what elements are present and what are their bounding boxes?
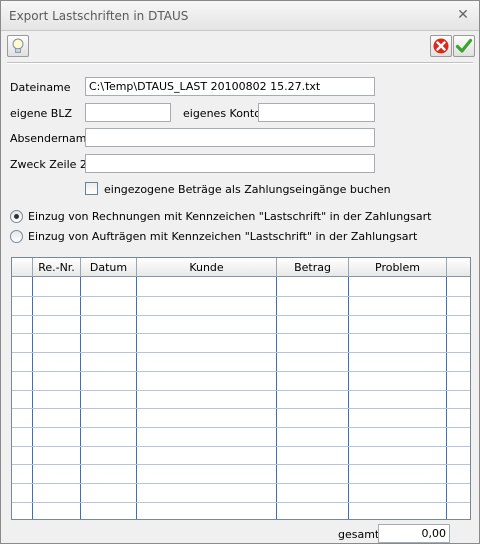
- gesamt-field: 0,00: [378, 524, 450, 543]
- column-header-kunde[interactable]: Kunde: [137, 258, 277, 277]
- grid-row-line: [12, 427, 470, 428]
- konto-label: eigenes Konto: [183, 107, 261, 120]
- title-bar[interactable]: Export Lastschriften in DTAUS ✕: [1, 1, 479, 31]
- toolbar: [1, 32, 479, 60]
- auftraege-radio-label[interactable]: Einzug von Aufträgen mit Kennzeichen "La…: [28, 230, 417, 243]
- zahlungseingang-label: eingezogene Beträge als Zahlungseingänge…: [104, 183, 391, 196]
- column-header-datum[interactable]: Datum: [81, 258, 137, 277]
- dateiname-label: Dateiname: [10, 81, 71, 94]
- rechnungen-radio-label[interactable]: Einzug von Rechnungen mit Kennzeichen "L…: [28, 210, 431, 223]
- row-indicator-header: [12, 258, 33, 277]
- gesamt-label: gesamt: [338, 528, 380, 541]
- close-icon[interactable]: ✕: [455, 7, 471, 23]
- grid-row-line: [12, 390, 470, 391]
- dateiname-field[interactable]: C:\Temp\DTAUS_LAST 20100802 15.27.txt: [85, 77, 375, 96]
- toolbar-divider-highlight: [7, 63, 473, 64]
- cancel-icon: [433, 38, 449, 54]
- zweck-label: Zweck Zeile 2: [10, 158, 87, 171]
- grid-row-line: [12, 333, 470, 334]
- zahlungseingang-checkbox[interactable]: [85, 182, 98, 195]
- lastschriften-table[interactable]: Re.-Nr. Datum Kunde Betrag Problem: [11, 257, 471, 520]
- blz-field[interactable]: [85, 103, 171, 122]
- grid-row-line: [12, 371, 470, 372]
- grid-row-line: [12, 352, 470, 353]
- rechnungen-radio[interactable]: [10, 210, 23, 223]
- column-header-renr[interactable]: Re.-Nr.: [33, 258, 81, 277]
- blz-label: eigene BLZ: [10, 107, 73, 120]
- grid-row-line: [12, 315, 470, 316]
- column-header-betrag[interactable]: Betrag: [277, 258, 349, 277]
- konto-field[interactable]: [258, 103, 375, 122]
- zweck-field[interactable]: [85, 154, 375, 173]
- grid-row-line: [12, 464, 470, 465]
- auftraege-radio[interactable]: [10, 230, 23, 243]
- grid-row-line: [12, 483, 470, 484]
- absender-label: Absendername: [10, 132, 94, 145]
- export-dialog: Export Lastschriften in DTAUS ✕ Dateinam…: [0, 0, 480, 544]
- lightbulb-icon: [12, 38, 24, 53]
- grid-row-line: [12, 502, 470, 503]
- grid-row-line: [12, 408, 470, 409]
- hint-button[interactable]: [7, 35, 29, 57]
- grid-row-line: [12, 446, 470, 447]
- column-header-problem[interactable]: Problem: [349, 258, 447, 277]
- table-header: Re.-Nr. Datum Kunde Betrag Problem: [12, 258, 470, 277]
- grid-row-line: [12, 296, 470, 297]
- absender-field[interactable]: [85, 128, 375, 147]
- cancel-button[interactable]: [430, 35, 452, 57]
- ok-button[interactable]: [453, 35, 475, 57]
- checkmark-icon: [455, 38, 473, 53]
- window-title: Export Lastschriften in DTAUS: [9, 9, 189, 23]
